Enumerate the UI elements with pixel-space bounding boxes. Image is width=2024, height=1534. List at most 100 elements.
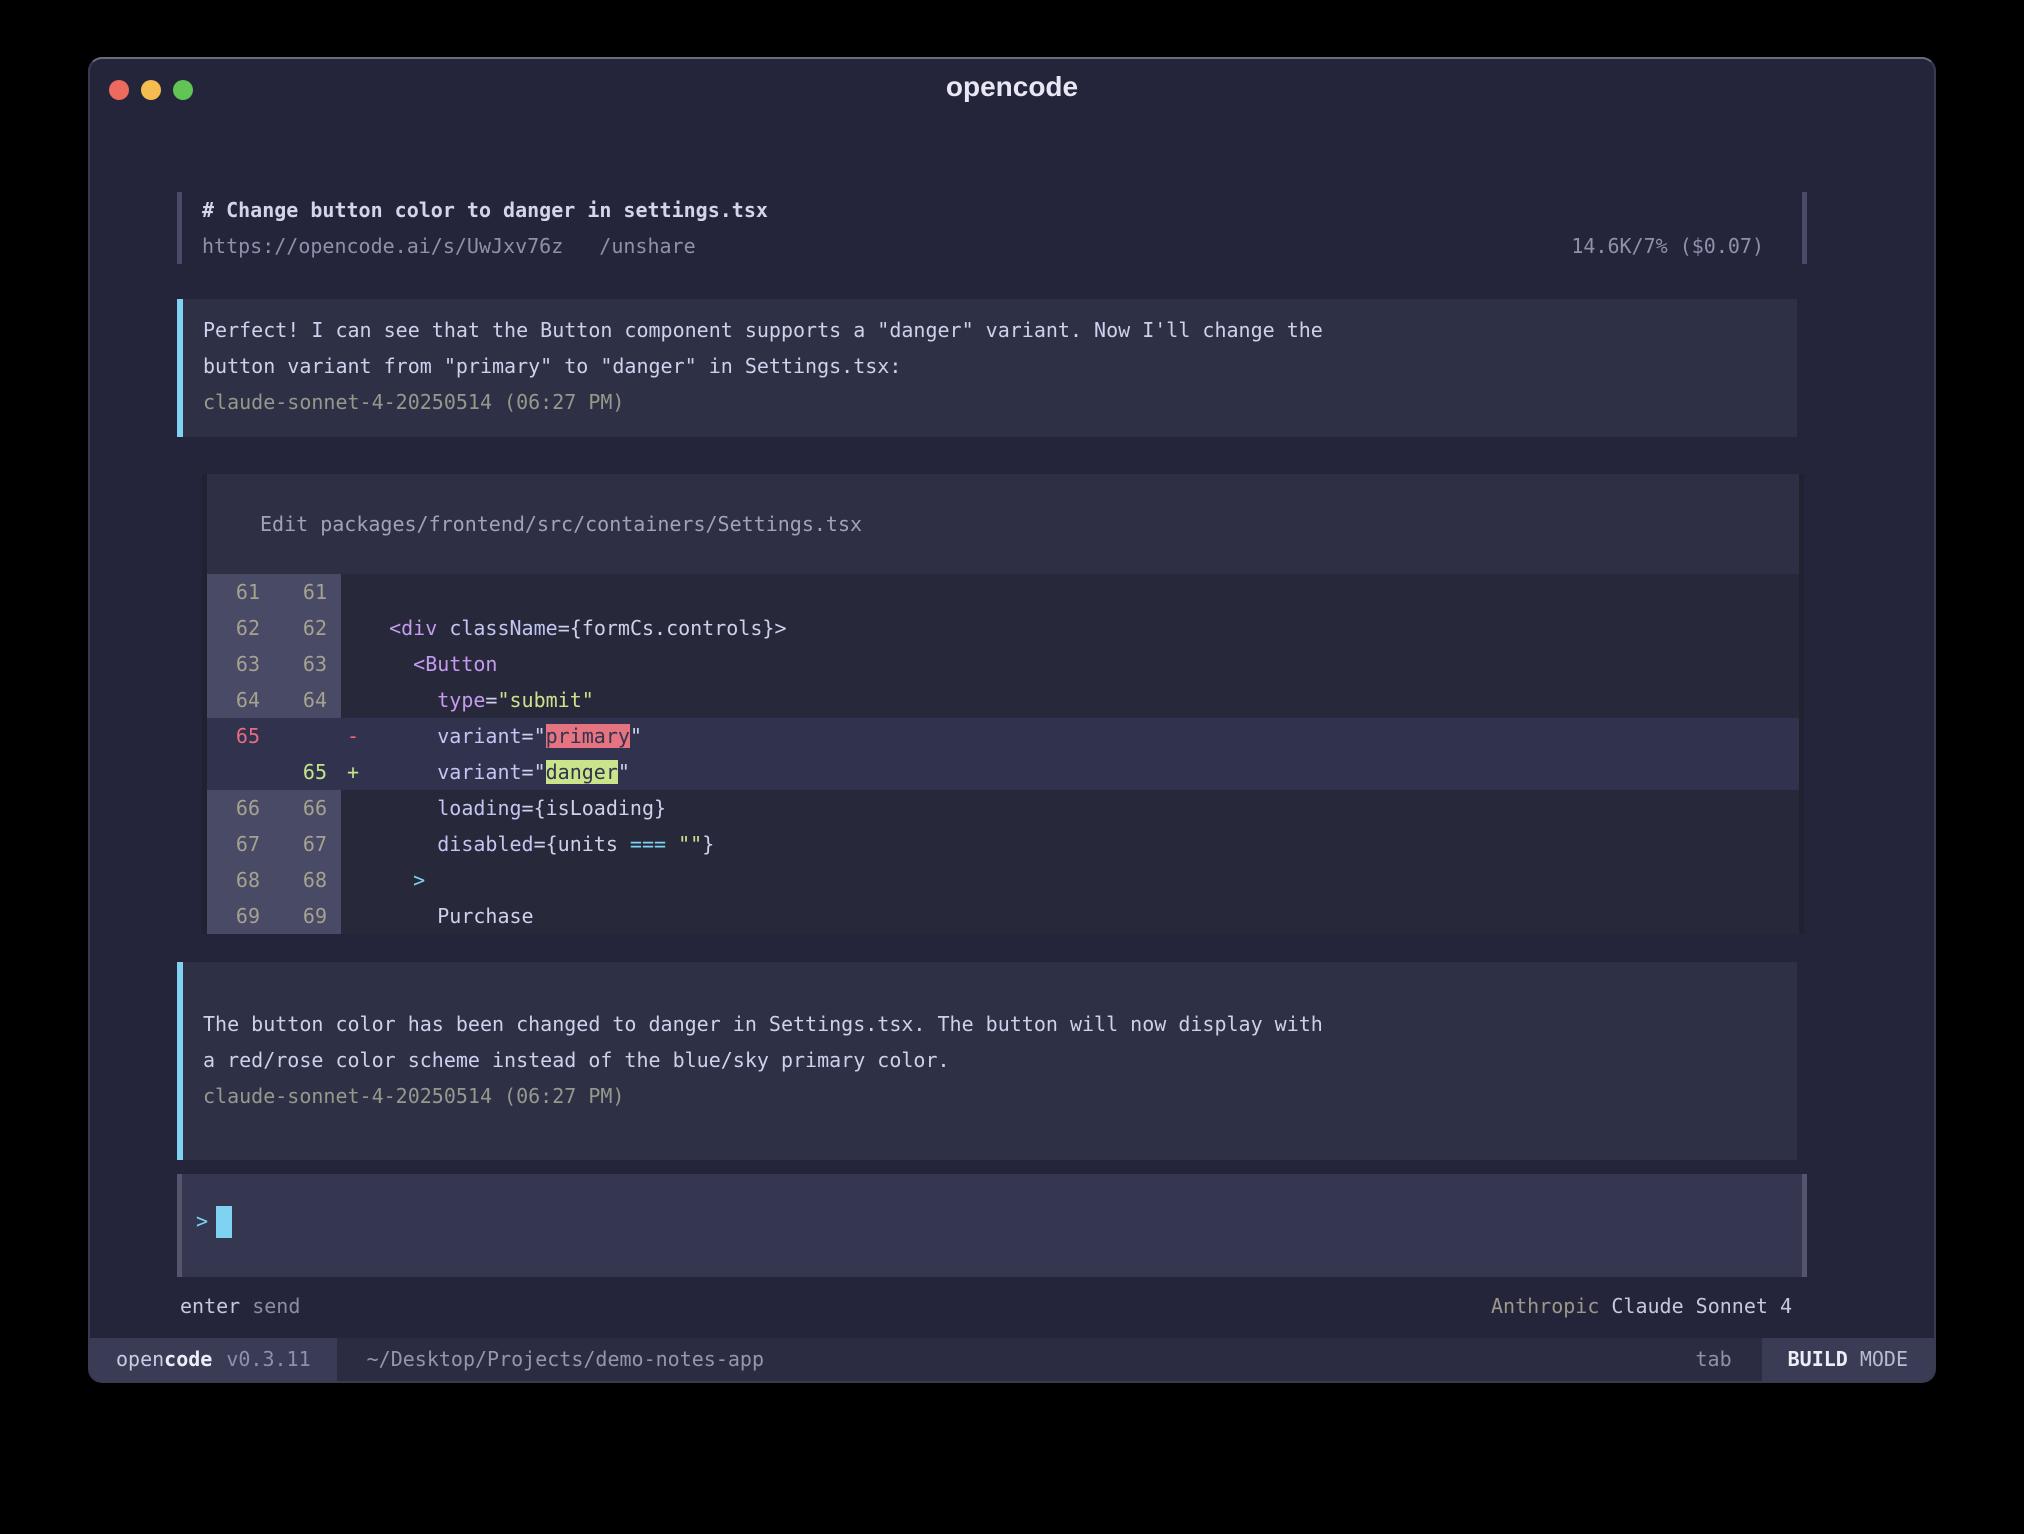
code-line — [365, 574, 1799, 610]
code-token — [365, 868, 413, 892]
code-token — [365, 760, 437, 784]
mode-name: BUILD — [1788, 1347, 1848, 1371]
old-line-number: 62 — [207, 610, 274, 646]
close-window-button[interactable] — [109, 80, 129, 100]
status-bar: opencode v0.3.11 ~/Desktop/Projects/demo-… — [90, 1338, 1934, 1381]
code-line: > — [365, 862, 1799, 898]
code-token: type — [437, 688, 485, 712]
old-line-number: 61 — [207, 574, 274, 610]
send-hint-label: send — [252, 1294, 300, 1318]
code-line: disabled={units === ""} — [365, 826, 1799, 862]
new-line-number: 67 — [274, 826, 341, 862]
code-line: loading={isLoading} — [365, 790, 1799, 826]
code-line: variant="danger" — [365, 754, 1799, 790]
diff-row: 6363 <Button — [207, 646, 1799, 682]
code-line: <Button — [365, 646, 1799, 682]
code-token: === — [630, 832, 666, 856]
code-line: type="submit" — [365, 682, 1799, 718]
diff-marker — [341, 790, 365, 826]
working-directory: ~/Desktop/Projects/demo-notes-app — [367, 1338, 764, 1381]
window-title: opencode — [90, 59, 1934, 115]
zoom-window-button[interactable] — [173, 80, 193, 100]
code-token — [365, 616, 389, 640]
code-token: = — [522, 724, 534, 748]
code-token — [666, 832, 678, 856]
diff-marker — [341, 646, 365, 682]
code-token: variant — [437, 760, 521, 784]
diff-marker: + — [341, 754, 365, 790]
code-token: <div — [389, 616, 437, 640]
tab-key-hint: tab — [1695, 1338, 1731, 1381]
diff-row: 6666 loading={isLoading} — [207, 790, 1799, 826]
message-model-meta: claude-sonnet-4-20250514 (06:27 PM) — [203, 384, 1773, 420]
diff-row: 6767 disabled={units === ""} — [207, 826, 1799, 862]
header-right-rule — [1802, 192, 1807, 264]
unshare-command: /unshare — [599, 234, 695, 258]
mode-indicator: BUILD MODE — [1762, 1338, 1934, 1381]
mode-suffix: MODE — [1860, 1347, 1908, 1371]
code-token: = — [558, 616, 570, 640]
old-line-number: 65 — [207, 718, 274, 754]
diff-row: 6969 Purchase — [207, 898, 1799, 934]
new-line-number: 68 — [274, 862, 341, 898]
code-token: variant — [437, 724, 521, 748]
code-token: } — [702, 832, 714, 856]
old-line-number: 63 — [207, 646, 274, 682]
code-line: <div className={formCs.controls}> — [365, 610, 1799, 646]
new-line-number: 62 — [274, 610, 341, 646]
code-token — [437, 616, 449, 640]
input-hint-row: enter send Anthropic Claude Sonnet 4 — [180, 1288, 1792, 1324]
share-subrow: https://opencode.ai/s/UwJxv76z /unshare … — [202, 228, 1802, 264]
provider-label: Anthropic — [1491, 1294, 1599, 1318]
code-line: variant="primary" — [365, 718, 1799, 754]
code-token: danger — [546, 760, 618, 784]
code-token: className — [449, 616, 557, 640]
diff-marker — [341, 862, 365, 898]
diff-marker — [341, 826, 365, 862]
old-line-number: 66 — [207, 790, 274, 826]
edit-tool-card: Edit packages/frontend/src/containers/Se… — [202, 474, 1804, 934]
new-line-number: 61 — [274, 574, 341, 610]
diff-row: 6868 > — [207, 862, 1799, 898]
diff-marker — [341, 682, 365, 718]
code-token: > — [774, 616, 786, 640]
code-token — [365, 904, 437, 928]
new-line-number: 65 — [274, 754, 341, 790]
edit-file-path: Edit packages/frontend/src/containers/Se… — [207, 474, 1799, 574]
model-indicator: Anthropic Claude Sonnet 4 — [1491, 1288, 1792, 1324]
code-token: {isLoading} — [534, 796, 666, 820]
code-token — [365, 796, 437, 820]
token-usage-stats: 14.6K/7% ($0.07) — [1571, 228, 1764, 264]
new-line-number: 66 — [274, 790, 341, 826]
diff-marker — [341, 898, 365, 934]
code-token: = — [522, 796, 534, 820]
brand-code: code — [164, 1347, 212, 1371]
code-token: disabled — [437, 832, 533, 856]
share-url: https://opencode.ai/s/UwJxv76z — [202, 234, 563, 258]
code-token — [365, 688, 437, 712]
code-token: <Button — [413, 652, 497, 676]
diff-view: 61616262 <div className={formCs.controls… — [207, 574, 1799, 934]
enter-key-hint: enter — [180, 1294, 240, 1318]
old-line-number: 68 — [207, 862, 274, 898]
model-label: Claude Sonnet 4 — [1611, 1294, 1792, 1318]
app-version: v0.3.11 — [226, 1347, 310, 1371]
share-url-row: https://opencode.ai/s/UwJxv76z /unshare — [202, 228, 696, 264]
brand-open: open — [116, 1347, 164, 1371]
diff-row: 65- variant="primary" — [207, 718, 1799, 754]
code-token: Purchase — [437, 904, 533, 928]
diff-row: 6161 — [207, 574, 1799, 610]
message-text: The button color has been changed to dan… — [203, 1006, 1773, 1078]
code-token: primary — [546, 724, 630, 748]
new-line-number: 69 — [274, 898, 341, 934]
diff-marker — [341, 574, 365, 610]
code-token: {units — [546, 832, 630, 856]
code-token — [365, 724, 437, 748]
diff-row: 65+ variant="danger" — [207, 754, 1799, 790]
code-token: loading — [437, 796, 521, 820]
prompt-input[interactable]: > — [177, 1174, 1807, 1277]
minimize-window-button[interactable] — [141, 80, 161, 100]
code-token — [365, 652, 413, 676]
code-token: " — [534, 724, 546, 748]
code-token: " — [534, 760, 546, 784]
